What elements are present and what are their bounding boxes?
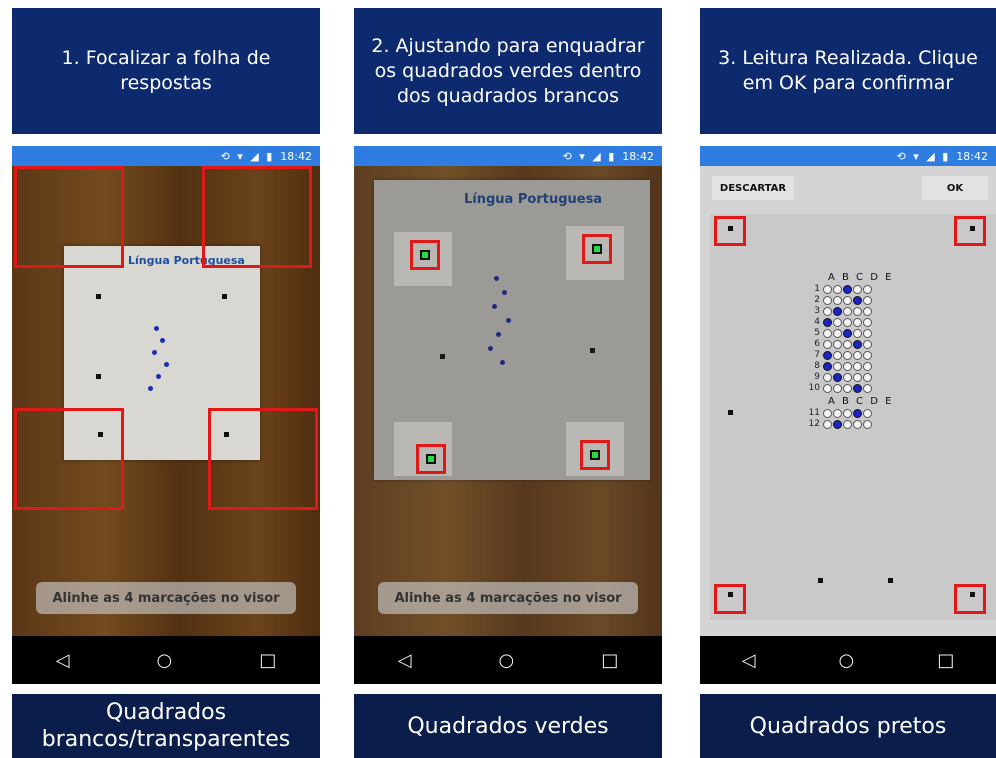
white-frame-bottom-right [208,408,318,510]
marker-square [222,294,227,299]
scanned-answer-sheet: A B C D E 1 2 3 4 5 6 7 8 9 10 A B C D E… [710,214,996,620]
green-marker [426,454,436,464]
answer-column-letters: A B C D E [828,272,894,283]
bubble-dot [156,374,161,379]
black-marker-frame-top-right [954,216,986,246]
marker-square [818,578,823,583]
android-nav-bar: ◁ ○ □ [700,636,996,684]
answer-row: 2 [804,295,872,305]
green-marker [590,450,600,460]
back-icon[interactable]: ◁ [742,650,756,671]
panel-step-3: 3. Leitura Realizada. Clique em OK para … [700,0,996,758]
status-icons: ⟲ ▾ ◢ ▮ [562,149,617,163]
answer-row: 12 [804,419,872,429]
white-frame-bottom-left [14,408,124,510]
recents-icon[interactable]: □ [601,650,618,671]
black-marker-frame-top-left [714,216,746,246]
home-icon[interactable]: ○ [839,650,855,671]
android-nav-bar: ◁ ○ □ [354,636,662,684]
bubble-dot [148,386,153,391]
step-2-footer: Quadrados verdes [354,694,662,758]
black-marker-frame-bottom-left [714,584,746,614]
bubble-dot [160,338,165,343]
step-3-footer: Quadrados pretos [700,694,996,758]
marker-square [728,410,733,415]
back-icon[interactable]: ◁ [398,650,412,671]
panel-step-1: 1. Focalizar a folha de respostas ⟲ ▾ ◢ … [12,0,320,758]
phone-screen-1: ⟲ ▾ ◢ ▮ 18:42 Língua Portuguesa Alinhe a… [12,146,320,684]
answer-row: 7 [804,350,872,360]
answer-row: 3 [804,306,872,316]
scan-result-view: DESCARTAR OK A B C D E 1 2 3 4 5 6 7 8 9 [700,166,996,636]
camera-view: Língua Portuguesa Alinhe as 4 marcações … [12,166,320,636]
green-marker [420,250,430,260]
answer-row: 4 [804,317,872,327]
align-toast: Alinhe as 4 marcações no visor [378,582,638,614]
bubble-dot [154,326,159,331]
align-toast: Alinhe as 4 marcações no visor [36,582,296,614]
back-icon[interactable]: ◁ [56,650,70,671]
bubble-dot [152,350,157,355]
status-icons: ⟲ ▾ ◢ ▮ [896,149,951,163]
marker-square [96,294,101,299]
answer-row: 9 [804,372,872,382]
discard-button[interactable]: DESCARTAR [712,176,794,200]
answer-row: 1 [804,284,872,294]
marker-square [96,374,101,379]
step-2-header: 2. Ajustando para enquadrar os quadrados… [354,8,662,134]
status-time: 18:42 [622,149,654,163]
status-bar: ⟲ ▾ ◢ ▮ 18:42 [12,146,320,166]
answer-row: 6 [804,339,872,349]
answer-row: 8 [804,361,872,371]
answer-row: 11 [804,408,872,418]
status-icons: ⟲ ▾ ◢ ▮ [220,149,275,163]
bubble-dot [164,362,169,367]
panel-step-2: 2. Ajustando para enquadrar os quadrados… [354,0,662,758]
camera-view: Língua Portuguesa Alinhe as 4 marcações … [354,166,662,636]
marker-square [888,578,893,583]
phone-screen-2: ⟲ ▾ ◢ ▮ 18:42 Língua Portuguesa Alinhe a… [354,146,662,684]
answer-column-letters: A B C D E [828,396,894,407]
white-frame-top-right [202,166,312,268]
white-frame-top-left [14,166,124,268]
recents-icon[interactable]: □ [259,650,276,671]
step-1-footer: Quadrados brancos/transparentes [12,694,320,758]
android-nav-bar: ◁ ○ □ [12,636,320,684]
answer-row: 10 [804,383,872,393]
recents-icon[interactable]: □ [937,650,954,671]
home-icon[interactable]: ○ [157,650,173,671]
step-3-header: 3. Leitura Realizada. Clique em OK para … [700,8,996,134]
answer-row: 5 [804,328,872,338]
status-bar: ⟲ ▾ ◢ ▮ 18:42 [700,146,996,166]
black-marker-frame-bottom-right [954,584,986,614]
step-1-header: 1. Focalizar a folha de respostas [12,8,320,134]
green-marker [592,244,602,254]
home-icon[interactable]: ○ [499,650,515,671]
phone-screen-3: ⟲ ▾ ◢ ▮ 18:42 DESCARTAR OK A B C D E 1 2… [700,146,996,684]
status-time: 18:42 [280,149,312,163]
status-bar: ⟲ ▾ ◢ ▮ 18:42 [354,146,662,166]
status-time: 18:42 [956,149,988,163]
ok-button[interactable]: OK [922,176,988,200]
